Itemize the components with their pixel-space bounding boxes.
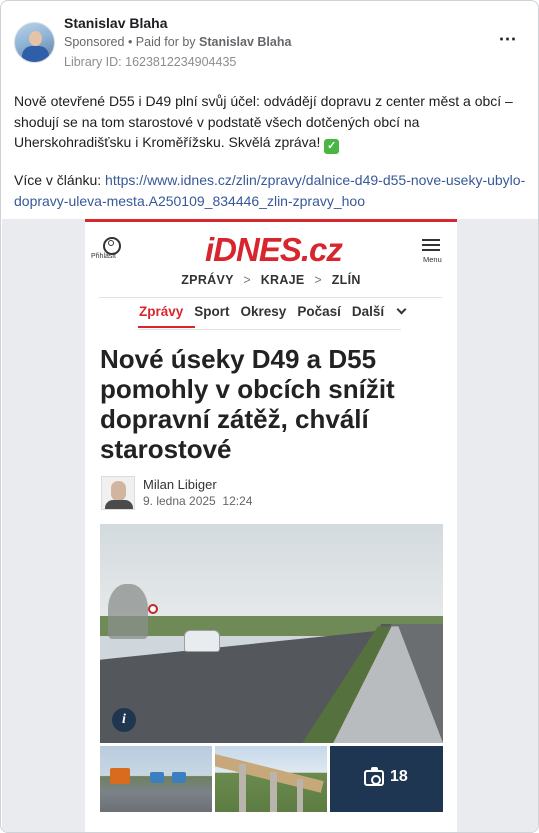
photo-count: 18 [390, 768, 408, 785]
divider [99, 297, 442, 298]
post-media[interactable]: Přihlásit iDNES.cz Menu ZPRÁVY > KRAJE >… [2, 219, 538, 832]
breadcrumb-item: ZPRÁVY [181, 273, 234, 287]
article-author-name: Milan Libiger [143, 477, 217, 492]
post-body: Nově otevřené D55 i D49 plní svůj účel: … [14, 93, 513, 150]
tab-okresy: Okresy [240, 304, 287, 319]
gallery-count-tile: 18 [330, 746, 443, 812]
paid-for-name: Stanislav Blaha [199, 35, 292, 49]
tab-pocasi: Počasí [297, 304, 341, 319]
menu-label: Menu [423, 255, 442, 264]
article-screenshot: Přihlásit iDNES.cz Menu ZPRÁVY > KRAJE >… [85, 219, 457, 832]
tab-zpravy: Zprávy [139, 304, 184, 319]
active-tab-underline [138, 326, 195, 328]
avatar-face [29, 31, 42, 46]
paid-for-prefix: • Paid for by [124, 35, 200, 49]
avatar-body [22, 46, 49, 62]
more-options-icon[interactable]: ⋯ [496, 30, 518, 50]
author-name[interactable]: Stanislav Blaha [64, 15, 168, 31]
chevron-down-icon [396, 304, 407, 315]
section-tabs: Zprávy Sport Okresy Počasí Další [139, 304, 416, 328]
article-date-day: 9. ledna 2025 [143, 494, 216, 508]
breadcrumb: ZPRÁVY > KRAJE > ZLÍN [85, 273, 457, 287]
sponsored-post-card: Stanislav Blaha Sponsored • Paid for by … [0, 0, 539, 833]
author-avatar[interactable] [14, 22, 55, 63]
sponsor-line: Sponsored • Paid for by Stanislav Blaha [64, 35, 291, 49]
article-author-photo [101, 476, 135, 510]
tab-dalsi-label: Další [351, 304, 385, 319]
login-label: Přihlásit [91, 253, 116, 260]
camera-icon [364, 767, 384, 786]
breadcrumb-separator: > [243, 273, 251, 287]
tab-sport: Sport [194, 304, 230, 319]
sponsored-label: Sponsored [64, 35, 125, 49]
thumbnail-construction [100, 746, 212, 812]
idnes-logo: iDNES.cz [205, 231, 343, 268]
highway-photo: i [100, 524, 443, 743]
speed-sign-icon [148, 604, 158, 614]
breadcrumb-item: KRAJE [260, 273, 305, 287]
checkmark-emoji-icon: ✓ [324, 139, 340, 154]
hamburger-menu-icon [422, 239, 442, 253]
info-icon: i [112, 708, 136, 732]
library-id: Library ID: 1623812234904435 [64, 55, 237, 69]
article-date: 9. ledna 2025 12:24 [143, 494, 252, 508]
article-headline: Nové úseky D49 a D55 pomohly v obcích sn… [100, 344, 395, 464]
car-image [184, 630, 220, 652]
tab-dalsi: Další [351, 304, 407, 319]
link-prefix: Více v článku: [14, 172, 106, 188]
post-text: Nově otevřené D55 i D49 plní svůj účel: … [14, 91, 530, 154]
breadcrumb-item: ZLÍN [331, 273, 361, 287]
breadcrumb-separator: > [314, 273, 322, 287]
divider [138, 329, 401, 330]
article-time: 12:24 [222, 494, 253, 508]
article-link-line: Více v článku: https://www.idnes.cz/zlin… [14, 170, 530, 211]
thumbnail-bridge [215, 746, 327, 812]
